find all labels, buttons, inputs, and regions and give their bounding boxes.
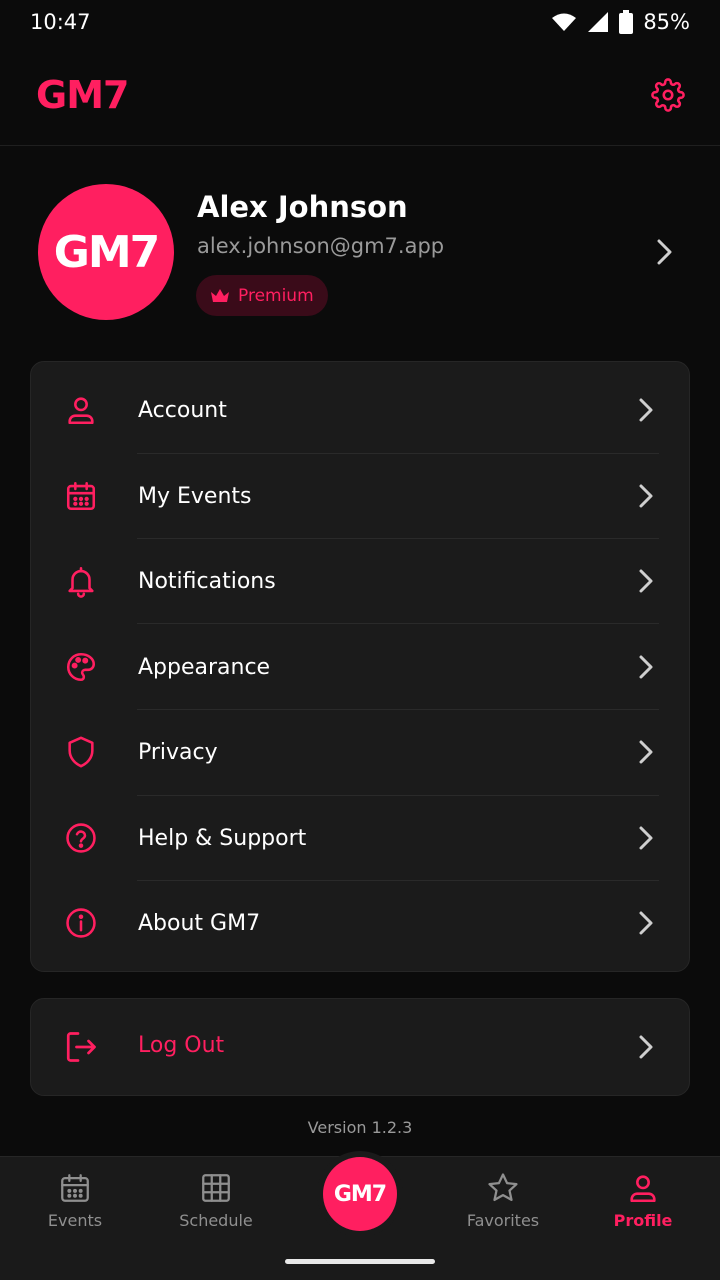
palette-icon [63, 649, 99, 685]
menu-item-label: Help & Support [138, 825, 307, 851]
chevron-right-icon [639, 911, 653, 935]
chevron-right-icon [639, 826, 653, 850]
status-icons: 85% [551, 10, 690, 34]
wifi-icon [552, 13, 577, 31]
crown-icon [211, 288, 229, 302]
battery-percent: 85% [643, 10, 690, 34]
logout-button[interactable]: Log Out [30, 998, 690, 1096]
calendar-icon [61, 1174, 89, 1202]
chevron-right-icon [639, 484, 653, 508]
user-icon [63, 392, 99, 428]
menu-item-label: My Events [138, 483, 252, 509]
status-bar: 10:47 85% [0, 0, 720, 44]
menu-item-appearance[interactable]: Appearance [31, 624, 691, 710]
nav-profile[interactable]: Profile [583, 1171, 703, 1241]
premium-badge-label: Premium [238, 285, 314, 306]
settings-menu: Account My Events Notifications Appearan… [30, 361, 690, 972]
profile-header[interactable]: GM7 Alex Johnson alex.johnson@gm7.app Pr… [0, 146, 720, 360]
app-logo: GM7 [36, 72, 129, 117]
chevron-right-icon [639, 655, 653, 679]
info-icon [63, 905, 99, 941]
status-time: 10:47 [30, 10, 91, 34]
avatar: GM7 [38, 184, 174, 320]
profile-email: alex.johnson@gm7.app [197, 234, 445, 258]
shield-icon [63, 734, 99, 770]
logout-label: Log Out [138, 1033, 225, 1058]
nav-favorites[interactable]: Favorites [443, 1171, 563, 1241]
nav-label: Profile [613, 1211, 673, 1230]
settings-button[interactable] [648, 75, 688, 115]
nav-events[interactable]: Events [15, 1171, 135, 1241]
menu-item-help-support[interactable]: Help & Support [31, 795, 691, 881]
logout-icon [63, 1029, 99, 1065]
nav-home-gm7[interactable]: GM7 [323, 1157, 397, 1231]
chevron-right-icon [639, 569, 653, 593]
version-label: Version 1.2.3 [307, 1118, 413, 1137]
app-header: GM7 [0, 44, 720, 146]
chevron-right-icon [639, 1035, 653, 1059]
menu-item-label: Privacy [138, 739, 218, 765]
help-circle-icon [63, 820, 99, 856]
grid-icon [202, 1174, 230, 1202]
menu-item-about[interactable]: About GM7 [31, 880, 691, 966]
menu-item-label: Account [138, 397, 227, 423]
menu-item-label: Appearance [138, 654, 271, 680]
nav-label: Favorites [466, 1211, 540, 1230]
menu-item-my-events[interactable]: My Events [31, 453, 691, 539]
chevron-right-icon [639, 740, 653, 764]
battery-icon [619, 10, 634, 34]
menu-item-label: About GM7 [138, 910, 261, 936]
chevron-right-icon [639, 398, 653, 422]
premium-badge: Premium [196, 275, 328, 316]
menu-item-account[interactable]: Account [31, 367, 691, 453]
menu-item-label: Notifications [138, 568, 276, 594]
star-icon [488, 1173, 518, 1202]
profile-name: Alex Johnson [197, 190, 408, 224]
menu-item-notifications[interactable]: Notifications [31, 538, 691, 624]
home-indicator[interactable] [285, 1259, 435, 1264]
calendar-icon [63, 478, 99, 514]
bell-icon [63, 563, 99, 599]
chevron-right-icon [657, 239, 672, 265]
nav-schedule[interactable]: Schedule [156, 1171, 276, 1241]
signal-icon [588, 12, 609, 32]
nav-label: Schedule [179, 1211, 253, 1230]
nav-label: Events [47, 1211, 103, 1230]
menu-item-privacy[interactable]: Privacy [31, 709, 691, 795]
user-icon [630, 1175, 656, 1203]
gear-icon [651, 77, 685, 112]
